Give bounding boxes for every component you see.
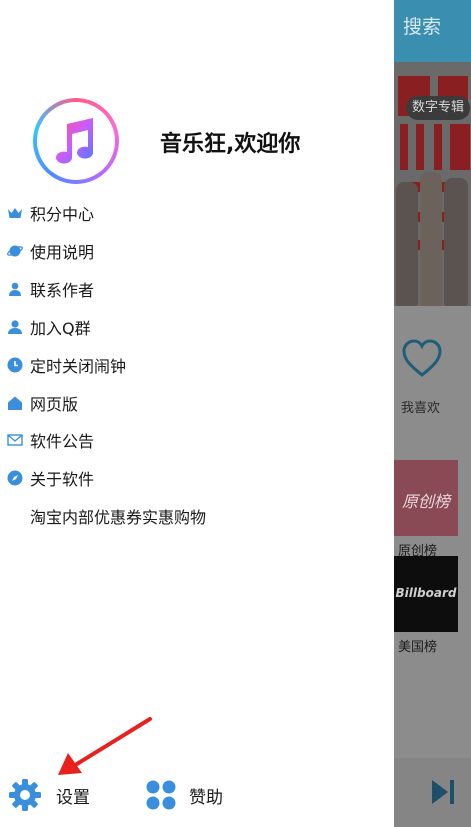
- search-button[interactable]: 搜索: [403, 12, 441, 39]
- mail-icon: [0, 425, 30, 455]
- group-icon: [0, 312, 30, 342]
- menu-item-contact-author[interactable]: 联系作者: [0, 274, 94, 304]
- sponsor-button[interactable]: 赞助: [145, 778, 223, 812]
- sponsor-label: 赞助: [189, 787, 223, 808]
- us-chart-label: 美国榜: [398, 640, 438, 655]
- compass-icon: [0, 463, 30, 493]
- favorite-label: 我喜欢: [401, 401, 441, 416]
- planet-icon: [0, 236, 30, 266]
- menu-item-points-center[interactable]: 积分中心: [0, 198, 94, 228]
- menu-item-instructions[interactable]: 使用说明: [0, 236, 94, 266]
- menu-item-label: 联系作者: [30, 281, 95, 300]
- album-tag: 数字专辑: [406, 96, 471, 120]
- menu-item-label: 加入Q群: [30, 319, 91, 338]
- heart-icon[interactable]: [401, 338, 443, 380]
- person-icon: [0, 274, 30, 304]
- menu-item-label: 使用说明: [30, 243, 95, 262]
- home-icon: [0, 388, 30, 418]
- menu-item-sleep-timer[interactable]: 定时关闭闹钟: [0, 350, 126, 380]
- menu-item-about[interactable]: 关于软件: [0, 463, 94, 493]
- menu-item-web-version[interactable]: 网页版: [0, 388, 78, 418]
- gear-icon: [9, 779, 41, 811]
- us-chart-cover-text: Billboard: [395, 586, 457, 600]
- menu-item-label: 网页版: [30, 395, 79, 414]
- menu-item-taobao-coupons[interactable]: 淘宝内部优惠券实惠购物: [0, 501, 206, 531]
- avatar-inner: [37, 102, 115, 180]
- menu-item-announcement[interactable]: 软件公告: [0, 425, 94, 455]
- us-chart-cover[interactable]: Billboard: [394, 556, 458, 632]
- music-note-icon: [56, 118, 94, 164]
- crown-icon: [0, 198, 30, 228]
- settings-button[interactable]: 设置: [8, 778, 90, 812]
- menu-item-label: 软件公告: [30, 432, 95, 451]
- menu-item-icon-placeholder: [0, 501, 30, 531]
- menu-item-label: 定时关闭闹钟: [30, 357, 127, 376]
- apps-grid-icon: [146, 780, 176, 810]
- annotation-arrow-icon: [58, 717, 152, 775]
- menu-item-join-group[interactable]: 加入Q群: [0, 312, 91, 342]
- original-chart-cover[interactable]: 原创榜: [394, 460, 458, 536]
- next-track-icon[interactable]: [430, 778, 456, 806]
- menu-item-label: 积分中心: [30, 205, 95, 224]
- menu-item-label: 淘宝内部优惠券实惠购物: [30, 508, 207, 527]
- original-chart-cover-text: 原创榜: [401, 492, 450, 511]
- menu-item-label: 关于软件: [30, 470, 95, 489]
- welcome-text: 音乐狂,欢迎你: [160, 132, 301, 157]
- clock-icon: [0, 350, 30, 380]
- avatar[interactable]: [33, 98, 119, 184]
- side-drawer: 音乐狂,欢迎你 积分中心 使用说明 联系作者 加入Q群 定时关闭闹钟 网页版 软…: [0, 0, 394, 827]
- settings-label: 设置: [56, 787, 90, 808]
